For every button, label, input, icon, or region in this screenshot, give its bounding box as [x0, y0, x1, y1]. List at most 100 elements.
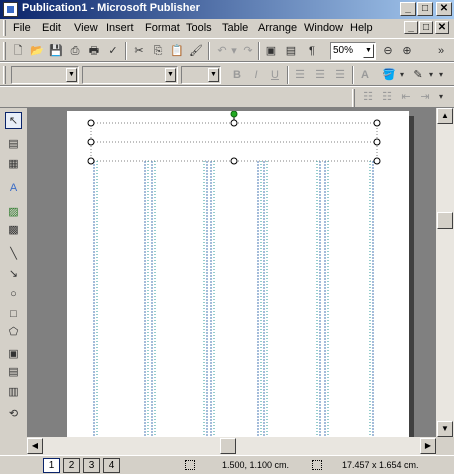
numbering-icon[interactable]: ☷ — [360, 89, 376, 105]
pilcrow-icon[interactable]: ¶ — [304, 43, 320, 59]
scroll-right-icon[interactable]: ▶ — [420, 438, 436, 454]
page-navigation-button[interactable]: 4 — [103, 458, 120, 473]
save-disk-icon[interactable]: 💾 — [48, 43, 64, 59]
oval-tool-icon[interactable]: ○ — [5, 286, 22, 303]
scroll-up-icon[interactable]: ▲ — [437, 108, 453, 124]
scroll-left-icon[interactable]: ◀ — [27, 438, 43, 454]
menu-window[interactable]: Window — [304, 22, 343, 34]
doc-close-button[interactable]: ✕ — [435, 21, 449, 34]
fill-color-icon[interactable]: 🪣 — [381, 67, 397, 83]
picture-frame-icon[interactable]: ▨ — [5, 204, 22, 221]
paste-icon[interactable]: 📋 — [169, 43, 185, 59]
copy-icon[interactable]: ⎘ — [150, 43, 166, 59]
format-painter-icon[interactable]: 🖌 — [188, 43, 204, 59]
menu-arrange[interactable]: Arrange — [258, 22, 297, 34]
font-size-dropdown[interactable]: ▼ — [181, 66, 221, 84]
zoom-dropdown[interactable]: 50% ▼ — [330, 42, 376, 60]
line-color-icon[interactable]: ✎ — [410, 67, 426, 83]
horizontal-scroll-thumb[interactable] — [220, 438, 236, 454]
vertical-scrollbar[interactable]: ▲ ▼ — [436, 108, 454, 437]
html-fragment-icon[interactable]: ▥ — [5, 384, 22, 401]
publisher-app-icon[interactable] — [3, 2, 18, 17]
maximize-button[interactable]: □ — [417, 2, 433, 16]
menu-grip[interactable] — [3, 20, 6, 36]
align-right-icon[interactable]: ☰ — [332, 67, 348, 83]
menu-insert[interactable]: Insert — [106, 22, 134, 34]
line-tool-icon[interactable]: ╲ — [5, 246, 22, 263]
page-navigation-button[interactable]: 3 — [83, 458, 100, 473]
cut-scissors-icon[interactable]: ✂ — [131, 43, 147, 59]
style-dropdown[interactable]: ▼ — [11, 66, 79, 84]
horizontal-scrollbar[interactable]: ◀ ▶ — [27, 437, 436, 455]
close-button[interactable]: ✕ — [436, 2, 452, 16]
chevron-down-icon[interactable]: ▼ — [208, 68, 219, 82]
page-navigation-button[interactable]: 1 — [43, 458, 60, 473]
menu-edit[interactable]: Edit — [42, 22, 61, 34]
font-effects-icon[interactable]: A — [357, 67, 373, 83]
columns-icon[interactable]: ▤ — [283, 43, 299, 59]
bullets-icon[interactable]: ☷ — [379, 89, 395, 105]
menu-bar: File Edit View Insert Format Tools Table… — [0, 19, 454, 38]
undo-icon[interactable]: ↶ — [214, 43, 230, 59]
chevron-down-icon[interactable]: ▼ — [165, 68, 176, 82]
chevron-down-icon[interactable]: ▼ — [66, 68, 77, 82]
align-center-icon[interactable]: ☰ — [312, 67, 328, 83]
toolbar-options-icon[interactable]: » — [436, 43, 446, 59]
spelling-icon[interactable]: ✓ — [105, 43, 121, 59]
menu-format[interactable]: Format — [145, 22, 180, 34]
new-document-icon[interactable]: 🗋 — [10, 43, 26, 59]
minimize-button[interactable]: _ — [400, 2, 416, 16]
toolbar-grip[interactable] — [3, 42, 6, 60]
underline-icon[interactable]: U — [267, 67, 283, 83]
print-icon[interactable]: ⎙ — [67, 43, 83, 59]
chevron-down-icon[interactable]: ▼ — [363, 44, 374, 58]
font-dropdown[interactable]: ▼ — [82, 66, 178, 84]
bring-to-front-icon[interactable]: ▣ — [263, 43, 279, 59]
publication-page[interactable] — [67, 111, 409, 437]
separator — [352, 66, 354, 84]
wordart-icon[interactable]: A — [5, 180, 22, 197]
toolbar-grip[interactable] — [3, 66, 6, 84]
redo-icon[interactable]: ↷ — [240, 43, 256, 59]
window-title: Publication1 - Microsoft Publisher — [22, 2, 200, 14]
menu-table[interactable]: Table — [222, 22, 248, 34]
zoom-in-icon[interactable]: ⊕ — [399, 43, 415, 59]
vertical-scroll-thumb[interactable] — [437, 212, 453, 229]
object-size-icon — [312, 460, 322, 470]
text-box-icon[interactable]: ▤ — [5, 136, 22, 153]
toolbar-options-icon[interactable]: ▾ — [436, 89, 446, 105]
doc-restore-button[interactable]: □ — [419, 21, 433, 34]
italic-icon[interactable]: I — [248, 67, 264, 83]
table-frame-icon[interactable]: ▦ — [5, 156, 22, 173]
toolbar-grip[interactable] — [352, 89, 355, 107]
zoom-out-icon[interactable]: ⊖ — [380, 43, 396, 59]
scroll-down-icon[interactable]: ▼ — [437, 421, 453, 437]
toolbar-options-icon[interactable]: ▾ — [436, 67, 446, 83]
menu-file[interactable]: File — [13, 22, 31, 34]
publication-workspace[interactable] — [27, 108, 436, 437]
line-color-dropdown-icon[interactable]: ▾ — [427, 67, 435, 83]
scrollbar-corner — [436, 437, 454, 455]
bold-icon[interactable]: B — [229, 67, 245, 83]
menu-tools[interactable]: Tools — [186, 22, 212, 34]
menu-help[interactable]: Help — [350, 22, 373, 34]
hot-spot-icon[interactable]: ▣ — [5, 346, 22, 363]
rectangle-tool-icon[interactable]: □ — [5, 306, 22, 323]
fill-color-dropdown-icon[interactable]: ▾ — [398, 67, 406, 83]
open-folder-icon[interactable]: 📂 — [29, 43, 45, 59]
design-gallery-icon[interactable]: ⟲ — [5, 406, 22, 423]
object-position-text: 1.500, 1.100 cm. — [222, 460, 290, 470]
form-control-icon[interactable]: ▤ — [5, 364, 22, 381]
decrease-indent-icon[interactable]: ⇤ — [398, 89, 414, 105]
autoshapes-icon[interactable]: ⬠ — [5, 324, 22, 341]
align-left-icon[interactable]: ☰ — [292, 67, 308, 83]
arrow-tool-icon[interactable]: ↘ — [5, 266, 22, 283]
doc-minimize-button[interactable]: _ — [404, 21, 418, 34]
clip-art-icon[interactable]: ▩ — [5, 222, 22, 239]
menu-view[interactable]: View — [74, 22, 98, 34]
increase-indent-icon[interactable]: ⇥ — [417, 89, 433, 105]
undo-dropdown-icon[interactable]: ▾ — [230, 43, 238, 59]
print-preview-icon[interactable]: 🖶 — [86, 43, 102, 59]
select-arrow-icon[interactable]: ↖ — [5, 112, 22, 129]
page-navigation-button[interactable]: 2 — [63, 458, 80, 473]
